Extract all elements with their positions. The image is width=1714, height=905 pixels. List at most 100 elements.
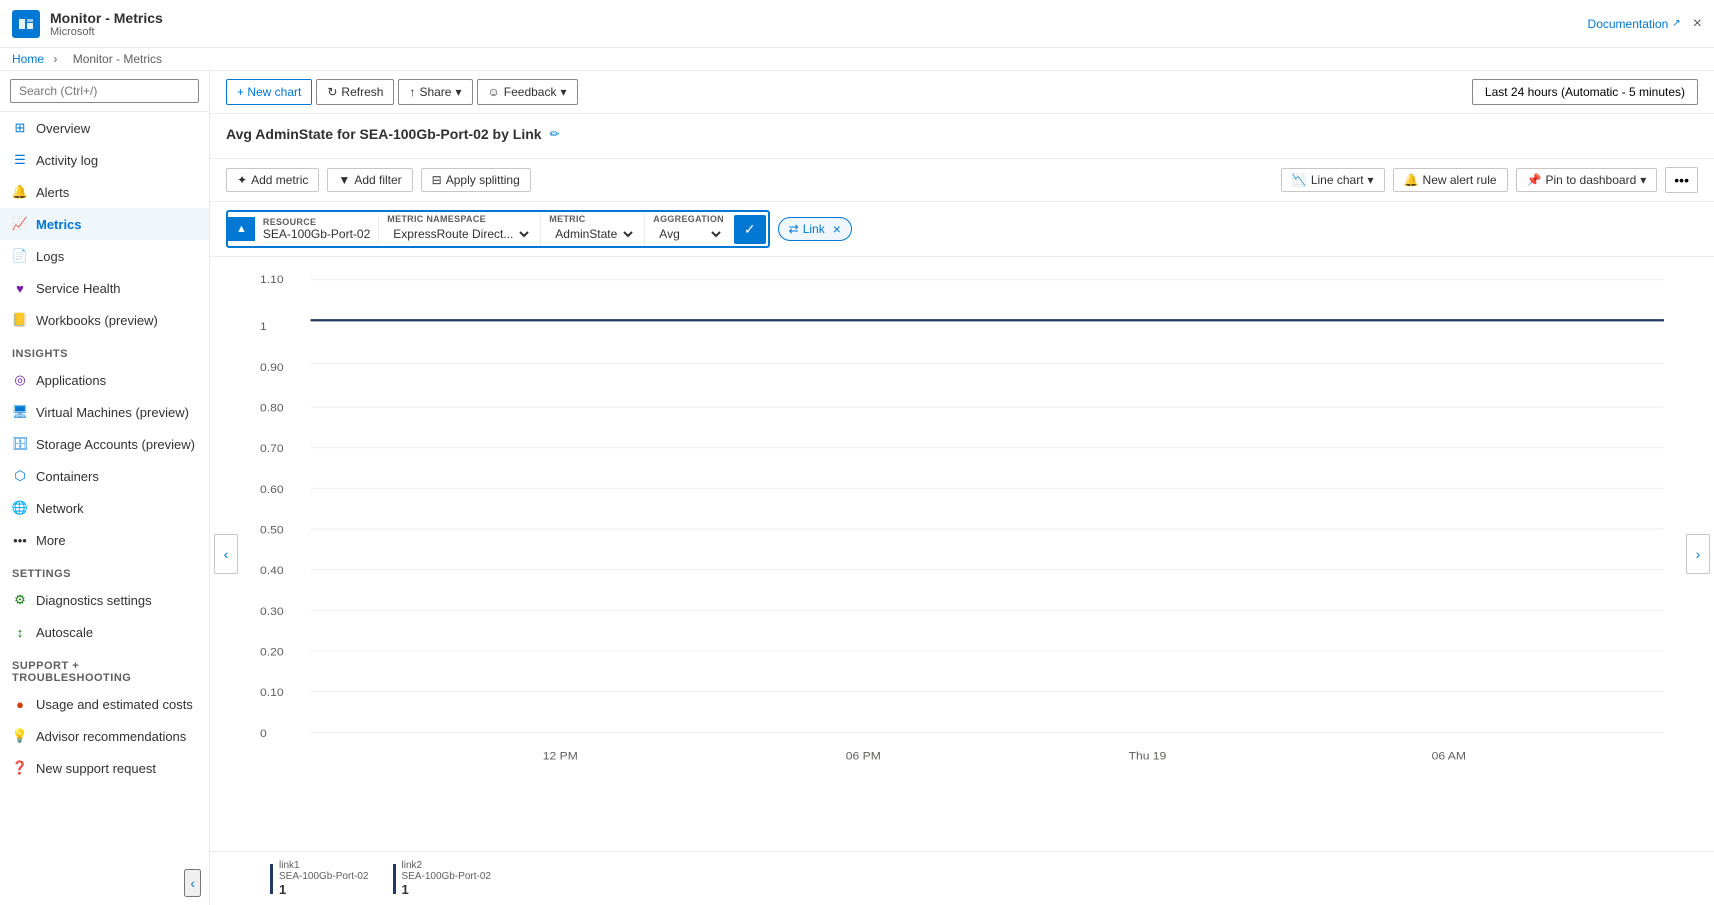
- chevron-right-icon: ›: [1696, 546, 1701, 562]
- sidebar-label-diagnostics: Diagnostics settings: [36, 593, 152, 608]
- chart-body: ‹ › 1.10 1 0.90 0.80 0.70 0.60 0.50 0.40…: [210, 257, 1714, 851]
- sidebar-label-support: New support request: [36, 761, 156, 776]
- diagnostics-icon: ⚙: [12, 592, 28, 608]
- metric-select[interactable]: AdminState: [549, 224, 636, 244]
- svg-text:Thu 19: Thu 19: [1129, 751, 1167, 762]
- top-bar: Monitor - Metrics Microsoft Documentatio…: [0, 0, 1714, 48]
- resource-fields: RESOURCE SEA-100Gb-Port-02 METRIC NAMESP…: [255, 212, 732, 246]
- sidebar-item-activity-log[interactable]: ☰ Activity log: [0, 144, 209, 176]
- resource-field-resource: RESOURCE SEA-100Gb-Port-02: [255, 215, 379, 243]
- top-bar-right: Documentation ↗ ×: [1588, 15, 1702, 33]
- sidebar-item-usage-costs[interactable]: ● Usage and estimated costs: [0, 688, 209, 720]
- filter-icon: ⇄: [789, 222, 799, 236]
- external-link-icon: ↗: [1672, 18, 1680, 29]
- metric-controls: ✦ Add metric ▼ Add filter ⊟ Apply splitt…: [210, 159, 1714, 202]
- share-label: Share: [419, 85, 451, 99]
- sidebar-item-service-health[interactable]: ♥ Service Health: [0, 272, 209, 304]
- legend-info-link1: link1 SEA-100Gb-Port-02 1: [279, 860, 369, 897]
- new-chart-label: + New chart: [237, 85, 301, 99]
- feedback-button[interactable]: ☺ Feedback ▾: [477, 79, 578, 105]
- chart-nav-right[interactable]: ›: [1686, 534, 1710, 574]
- apply-splitting-button[interactable]: ⊟ Apply splitting: [421, 168, 531, 192]
- share-chevron-icon: ▾: [455, 85, 461, 99]
- svg-text:0: 0: [260, 728, 267, 739]
- book-icon: 📒: [12, 312, 28, 328]
- legend-color-link1: [270, 864, 273, 894]
- sidebar-label-containers: Containers: [36, 469, 99, 484]
- sidebar-search-container: [0, 71, 209, 112]
- content-area: + New chart ↻ Refresh ↑ Share ▾ ☺ Feedba…: [210, 71, 1714, 905]
- svg-text:0.40: 0.40: [260, 566, 284, 577]
- sidebar-label-metrics: Metrics: [36, 217, 82, 232]
- sidebar: ⊞ Overview ☰ Activity log 🔔 Alerts 📈 Met…: [0, 71, 210, 905]
- sidebar-label-activity-log: Activity log: [36, 153, 98, 168]
- app-icon: [12, 10, 40, 38]
- resource-confirm-button[interactable]: ✓: [734, 215, 766, 244]
- search-input[interactable]: [10, 79, 199, 103]
- sidebar-item-network[interactable]: 🌐 Network: [0, 492, 209, 524]
- more-options-button[interactable]: •••: [1665, 167, 1698, 193]
- sidebar-item-applications[interactable]: ◎ Applications: [0, 364, 209, 396]
- sidebar-label-network: Network: [36, 501, 84, 516]
- sidebar-item-alerts[interactable]: 🔔 Alerts: [0, 176, 209, 208]
- time-range-button[interactable]: Last 24 hours (Automatic - 5 minutes): [1472, 79, 1698, 105]
- log-icon: 📄: [12, 248, 28, 264]
- sidebar-label-overview: Overview: [36, 121, 90, 136]
- new-alert-button[interactable]: 🔔 New alert rule: [1393, 168, 1508, 192]
- sidebar-item-overview[interactable]: ⊞ Overview: [0, 112, 209, 144]
- sidebar-item-advisor[interactable]: 💡 Advisor recommendations: [0, 720, 209, 752]
- support-icon: ❓: [12, 760, 28, 776]
- resource-collapse-button[interactable]: ▲: [228, 217, 255, 241]
- legend-item-link2: link2 SEA-100Gb-Port-02 1: [393, 860, 492, 897]
- namespace-select[interactable]: ExpressRoute Direct...: [387, 224, 532, 244]
- refresh-label: Refresh: [341, 85, 383, 99]
- toolbar-actions: + New chart ↻ Refresh ↑ Share ▾ ☺ Feedba…: [226, 79, 578, 105]
- edit-title-icon[interactable]: ✏: [550, 127, 560, 141]
- add-filter-button[interactable]: ▼ Add filter: [327, 168, 412, 192]
- new-alert-label: New alert rule: [1423, 173, 1497, 187]
- refresh-button[interactable]: ↻ Refresh: [316, 79, 394, 105]
- chart-title: Avg AdminState for SEA-100Gb-Port-02 by …: [226, 126, 542, 142]
- sidebar-item-diagnostics[interactable]: ⚙ Diagnostics settings: [0, 584, 209, 616]
- sidebar-collapse-button[interactable]: ‹: [184, 869, 201, 897]
- sidebar-item-more[interactable]: ••• More: [0, 524, 209, 556]
- app-branding: Monitor - Metrics Microsoft: [12, 10, 163, 38]
- sidebar-label-alerts: Alerts: [36, 185, 69, 200]
- namespace-label: METRIC NAMESPACE: [387, 214, 532, 224]
- breadcrumb-home[interactable]: Home: [12, 52, 44, 66]
- add-filter-icon: ▼: [338, 173, 350, 187]
- collapse-arrow-icon: ▲: [236, 223, 247, 235]
- close-button[interactable]: ×: [1693, 15, 1702, 33]
- sidebar-item-metrics[interactable]: 📈 Metrics: [0, 208, 209, 240]
- list-icon: ☰: [12, 152, 28, 168]
- share-button[interactable]: ↑ Share ▾: [398, 79, 472, 105]
- sidebar-item-containers[interactable]: ⬡ Containers: [0, 460, 209, 492]
- chart-nav-left[interactable]: ‹: [214, 534, 238, 574]
- filter-remove-button[interactable]: ×: [833, 221, 841, 237]
- new-chart-button[interactable]: + New chart: [226, 79, 312, 105]
- sidebar-item-autoscale[interactable]: ↕ Autoscale: [0, 616, 209, 648]
- resource-field-metric: METRIC AdminState: [541, 212, 645, 246]
- filter-tag-link: ⇄ Link ×: [778, 217, 852, 241]
- storage-icon: 🗄: [12, 436, 28, 452]
- svg-text:0.70: 0.70: [260, 444, 284, 455]
- support-section-title: Support + Troubleshooting: [0, 648, 209, 688]
- resource-value[interactable]: SEA-100Gb-Port-02: [263, 227, 370, 241]
- sidebar-item-storage-accounts[interactable]: 🗄 Storage Accounts (preview): [0, 428, 209, 460]
- aggregation-select[interactable]: Avg: [653, 224, 724, 244]
- sidebar-item-logs[interactable]: 📄 Logs: [0, 240, 209, 272]
- resource-field-aggregation: AGGREGATION Avg: [645, 212, 732, 246]
- chart-type-button[interactable]: 📉 Line chart ▾: [1281, 168, 1385, 192]
- pin-label: Pin to dashboard: [1546, 173, 1637, 187]
- app-icon: ◎: [12, 372, 28, 388]
- add-metric-button[interactable]: ✦ Add metric: [226, 168, 319, 192]
- sidebar-item-workbooks[interactable]: 📒 Workbooks (preview): [0, 304, 209, 336]
- sidebar-label-logs: Logs: [36, 249, 64, 264]
- chart-svg: 1.10 1 0.90 0.80 0.70 0.60 0.50 0.40 0.3…: [260, 267, 1674, 791]
- sidebar-item-virtual-machines[interactable]: 🖥 Virtual Machines (preview): [0, 396, 209, 428]
- documentation-link[interactable]: Documentation ↗: [1588, 17, 1681, 31]
- chart-legend: link1 SEA-100Gb-Port-02 1 link2 SEA-100G…: [210, 851, 1714, 905]
- sidebar-item-support[interactable]: ❓ New support request: [0, 752, 209, 784]
- sidebar-label-workbooks: Workbooks (preview): [36, 313, 158, 328]
- pin-to-dashboard-button[interactable]: 📌 Pin to dashboard ▾: [1516, 168, 1658, 192]
